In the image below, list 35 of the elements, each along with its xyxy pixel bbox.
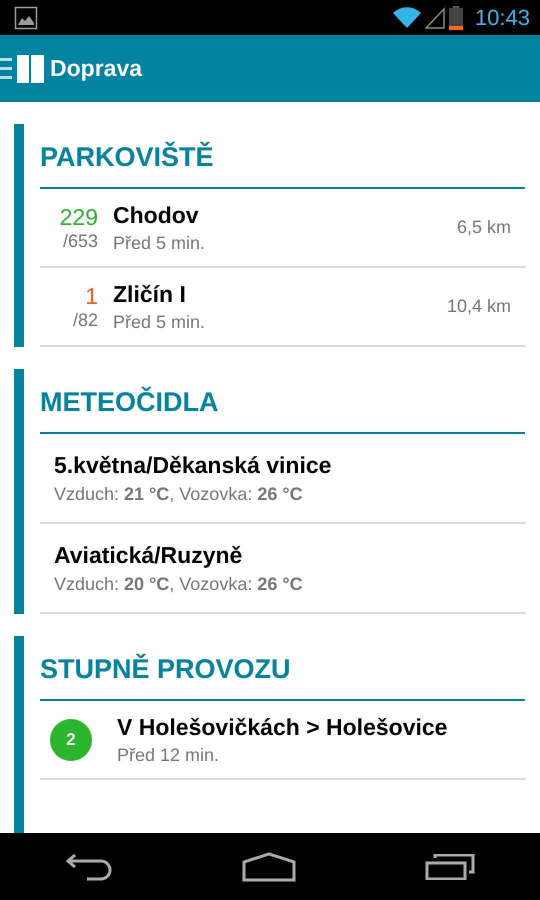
app-title: Doprava: [50, 55, 142, 82]
image-icon: [14, 6, 38, 30]
distance: 6,5 km: [456, 217, 511, 238]
sensor-name: 5.května/Děkanská vinice: [54, 452, 332, 478]
traffic-row[interactable]: 2 V Holešovičkách > Holešovice Před 12 min.: [40, 701, 525, 780]
road-name: V Holešovičkách > Holešovice: [117, 714, 448, 740]
free-spaces: 229: [60, 204, 98, 230]
wifi-icon: [392, 6, 421, 28]
home-icon[interactable]: [242, 852, 296, 882]
parking-row[interactable]: 1 /82 Zličín I Před 5 min. 10,4 km: [40, 268, 525, 347]
capacity: /653: [62, 230, 98, 252]
section-title: STUPNĚ PROVOZU: [40, 636, 525, 701]
capacity: /82: [72, 310, 98, 330]
back-icon[interactable]: [64, 852, 113, 880]
sensor-row[interactable]: Aviatická/Ruzyně Vzduch: 20 °C, Vozovka: 26 °C: [40, 524, 525, 614]
temperature-reading: Vzduch: 20 °C, Vozovka: 26 °C: [54, 574, 304, 594]
free-spaces: 1: [85, 282, 98, 310]
battery-icon: [448, 6, 463, 30]
temperature-reading: Vzduch: 21 °C, Vozovka: 26 °C: [54, 484, 304, 504]
menu-icon[interactable]: [0, 54, 44, 82]
update-time: Před 5 min.: [113, 232, 206, 254]
section-title: PARKOVIŠTĚ: [40, 124, 525, 189]
parking-name: Zličín I: [113, 280, 187, 308]
sensor-name: Aviatická/Ruzyně: [54, 542, 244, 568]
update-time: Před 5 min.: [113, 312, 206, 332]
traffic-level-badge: 2: [50, 718, 92, 760]
distance: 10,4 km: [446, 296, 511, 317]
parking-name: Chodov: [113, 202, 200, 228]
recent-apps-icon[interactable]: [425, 854, 476, 880]
parking-row[interactable]: 229 /653 Chodov Před 5 min. 6,5 km: [40, 189, 525, 268]
update-time: Před 12 min.: [117, 744, 220, 766]
clock-time: 10:43: [474, 4, 530, 30]
signal-icon: [424, 6, 445, 28]
section-title: METEOČIDLA: [40, 369, 525, 434]
sensor-row[interactable]: 5.května/Děkanská vinice Vzduch: 21 °C, Vozovka: 26 °C: [40, 434, 525, 524]
